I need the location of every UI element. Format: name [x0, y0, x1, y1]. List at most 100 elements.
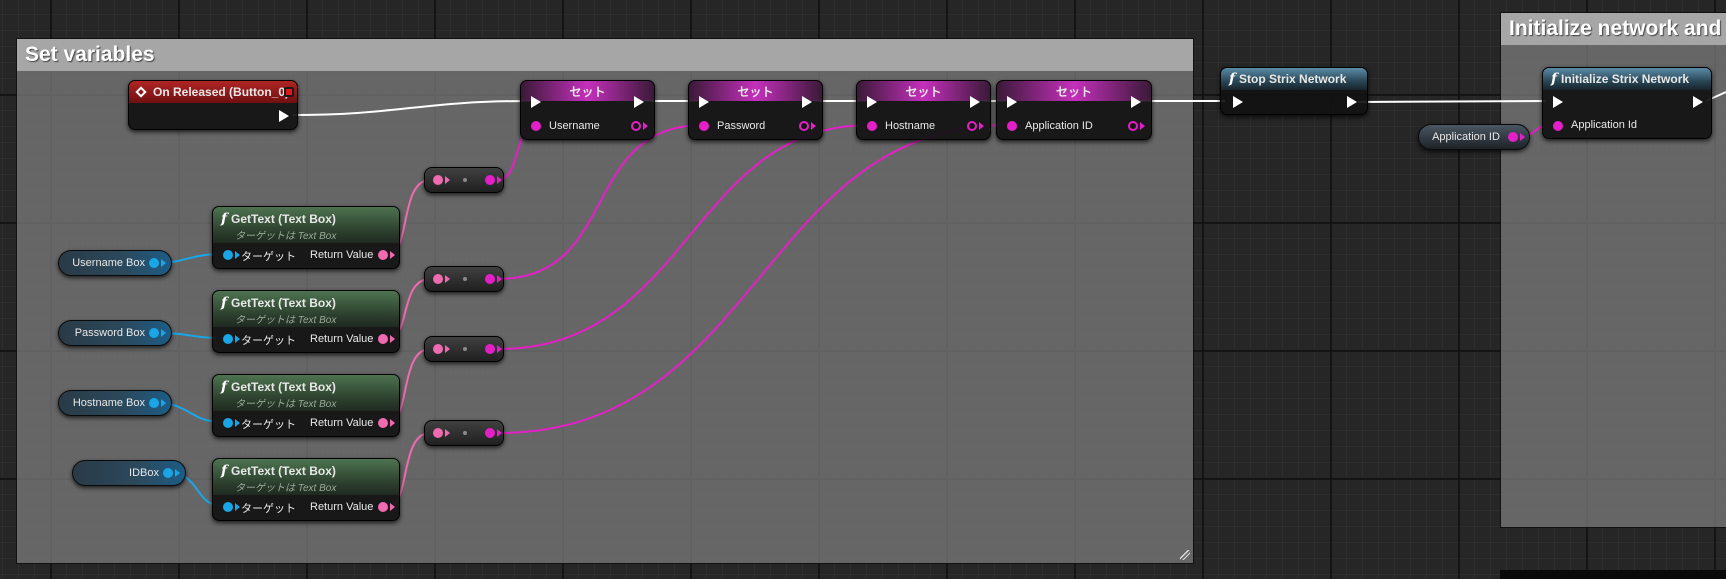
function-node-gettext-password[interactable]: f GetText (Text Box) ターゲットは Text Box ターゲッ…	[212, 290, 400, 353]
text-out-pin[interactable]	[378, 418, 388, 428]
set-node-username[interactable]: セット Username	[520, 80, 655, 140]
function-node-title: GetText (Text Box)	[231, 380, 336, 394]
pin-arrow-icon	[1140, 122, 1145, 130]
exec-out-pin[interactable]	[970, 96, 980, 108]
conversion-node[interactable]	[424, 336, 504, 362]
exec-wire	[291, 100, 531, 116]
variable-label: Username Box	[72, 257, 145, 269]
pin-arrow-icon	[445, 176, 450, 184]
target-pin-label: ターゲット	[241, 251, 296, 263]
event-node-on-released[interactable]: On Released (Button_0)	[128, 80, 298, 130]
exec-in-pin[interactable]	[1233, 96, 1243, 108]
text-in-pin[interactable]	[433, 175, 443, 185]
return-pin-label: Return Value	[310, 501, 374, 513]
string-out-pin[interactable]	[967, 121, 977, 131]
function-node-stop-strix-network[interactable]: f Stop Strix Network	[1220, 67, 1368, 115]
pin-arrow-icon	[390, 335, 395, 343]
pin-arrow-icon	[235, 251, 240, 259]
object-out-pin[interactable]	[163, 468, 173, 478]
object-in-pin[interactable]	[223, 250, 233, 260]
string-out-pin[interactable]	[1508, 132, 1518, 142]
set-pin-label: Hostname	[885, 120, 936, 132]
string-in-pin[interactable]	[867, 121, 877, 131]
object-in-pin[interactable]	[223, 502, 233, 512]
object-in-pin[interactable]	[223, 418, 233, 428]
function-f-icon: f	[221, 379, 228, 395]
pin-arrow-icon	[811, 122, 816, 130]
set-node-password[interactable]: セット Password	[688, 80, 823, 140]
string-in-pin[interactable]	[699, 121, 709, 131]
function-node-subtitle: ターゲットは Text Box	[235, 231, 337, 242]
object-out-pin[interactable]	[149, 258, 159, 268]
conversion-node[interactable]	[424, 266, 504, 292]
pin-arrow-icon	[390, 503, 395, 511]
exec-out-pin[interactable]	[279, 110, 289, 122]
string-out-pin[interactable]	[485, 274, 495, 284]
function-node-gettext-id[interactable]: f GetText (Text Box) ターゲットは Text Box ターゲッ…	[212, 458, 400, 521]
event-node-title: On Released (Button_0)	[153, 85, 290, 99]
exec-in-pin[interactable]	[1007, 96, 1017, 108]
conversion-node[interactable]	[424, 167, 504, 193]
text-in-pin[interactable]	[433, 344, 443, 354]
string-in-pin[interactable]	[531, 121, 541, 131]
target-pin-label: ターゲット	[241, 335, 296, 347]
text-out-pin[interactable]	[378, 334, 388, 344]
pin-arrow-icon	[445, 275, 450, 283]
function-f-icon: f	[1229, 71, 1236, 87]
function-node-gettext-username[interactable]: f GetText (Text Box) ターゲットは Text Box ターゲッ…	[212, 206, 400, 269]
stop-square-icon	[284, 87, 294, 97]
text-in-pin[interactable]	[433, 274, 443, 284]
string-out-pin[interactable]	[799, 121, 809, 131]
pin-arrow-icon	[161, 329, 166, 337]
set-node-application-id[interactable]: セット Application ID	[996, 80, 1152, 140]
string-out-pin[interactable]	[485, 428, 495, 438]
conversion-dot-icon	[463, 277, 467, 281]
pin-arrow-icon	[175, 469, 180, 477]
exec-out-pin[interactable]	[802, 96, 812, 108]
string-wire	[497, 124, 1009, 434]
object-out-pin[interactable]	[149, 328, 159, 338]
function-node-title: Stop Strix Network	[1239, 72, 1347, 86]
text-out-pin[interactable]	[378, 502, 388, 512]
function-node-title: GetText (Text Box)	[231, 296, 336, 310]
string-out-pin[interactable]	[631, 121, 641, 131]
exec-out-pin[interactable]	[634, 96, 644, 108]
exec-out-pin[interactable]	[1693, 96, 1703, 108]
variable-node-hostname-box[interactable]: Hostname Box	[58, 390, 172, 416]
variable-node-application-id[interactable]: Application ID	[1418, 124, 1530, 150]
function-node-title: Initialize Strix Network	[1561, 72, 1690, 86]
pin-arrow-icon	[235, 503, 240, 511]
variable-node-id-box[interactable]: IDBox	[72, 460, 186, 486]
event-diamond-icon	[135, 86, 147, 98]
pin-arrow-icon	[497, 429, 502, 437]
string-out-pin[interactable]	[1128, 121, 1138, 131]
string-in-pin[interactable]	[1007, 121, 1017, 131]
pin-arrow-icon	[235, 335, 240, 343]
variable-node-username-box[interactable]: Username Box	[58, 250, 172, 276]
string-in-pin[interactable]	[1553, 121, 1563, 131]
string-out-pin[interactable]	[485, 175, 495, 185]
exec-out-pin[interactable]	[1131, 96, 1141, 108]
exec-in-pin[interactable]	[531, 96, 541, 108]
function-node-title: GetText (Text Box)	[231, 464, 336, 478]
function-f-icon: f	[221, 211, 228, 227]
pin-arrow-icon	[161, 259, 166, 267]
function-f-icon: f	[221, 295, 228, 311]
exec-in-pin[interactable]	[867, 96, 877, 108]
string-out-pin[interactable]	[485, 344, 495, 354]
exec-in-pin[interactable]	[699, 96, 709, 108]
function-f-icon: f	[1551, 71, 1558, 87]
object-out-pin[interactable]	[149, 398, 159, 408]
set-node-hostname[interactable]: セット Hostname	[856, 80, 991, 140]
function-node-initialize-strix-network[interactable]: f Initialize Strix Network Application I…	[1542, 67, 1712, 139]
text-in-pin[interactable]	[433, 428, 443, 438]
exec-in-pin[interactable]	[1553, 96, 1563, 108]
object-in-pin[interactable]	[223, 334, 233, 344]
conversion-node[interactable]	[424, 420, 504, 446]
pin-arrow-icon	[161, 399, 166, 407]
function-node-gettext-hostname[interactable]: f GetText (Text Box) ターゲットは Text Box ターゲッ…	[212, 374, 400, 437]
function-f-icon: f	[221, 463, 228, 479]
variable-node-password-box[interactable]: Password Box	[58, 320, 172, 346]
exec-out-pin[interactable]	[1347, 96, 1357, 108]
text-out-pin[interactable]	[378, 250, 388, 260]
